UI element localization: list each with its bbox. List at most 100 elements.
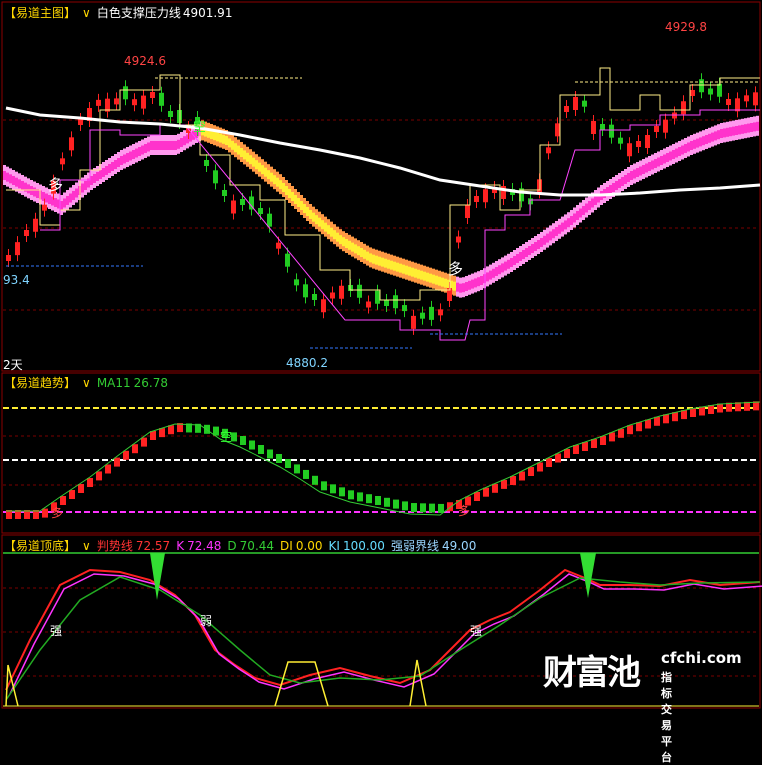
- trend-band-inner: [246, 152, 249, 162]
- trend-band-inner: [747, 123, 750, 133]
- trend-band-inner: [138, 147, 141, 156]
- trend-band-inner: [312, 212, 315, 222]
- trend-band-inner: [276, 177, 279, 187]
- trend-bar: [528, 467, 534, 476]
- trend-bar: [123, 450, 129, 460]
- trend-signal-up-2: 多: [458, 504, 471, 518]
- candle-body: [591, 121, 596, 134]
- trend-band-inner: [576, 211, 579, 220]
- trend-signal-down: 空: [220, 430, 233, 444]
- trend-band-inner: [12, 176, 15, 185]
- candle-body: [294, 279, 299, 286]
- trend-band-inner: [48, 195, 51, 204]
- candle-body: [456, 236, 461, 243]
- trend-band-inner: [456, 282, 459, 292]
- trend-band-inner: [657, 157, 660, 167]
- trend-layer: [3, 401, 761, 519]
- trend-bar: [294, 464, 300, 474]
- signal-down: 空: [193, 120, 207, 135]
- trend-band-inner: [150, 141, 153, 150]
- trend-band-inner: [534, 242, 537, 251]
- trend-band-inner: [678, 147, 681, 156]
- kd-panel-dropdown-icon[interactable]: ∨: [82, 539, 91, 553]
- trend-panel-dropdown-icon[interactable]: ∨: [82, 376, 91, 390]
- trend-band-inner: [225, 136, 228, 145]
- trend-band-inner: [552, 229, 555, 239]
- trend-band-inner: [612, 183, 615, 192]
- ma-value: 26.78: [133, 376, 169, 390]
- trend-band-inner: [735, 126, 738, 135]
- trend-band-inner: [516, 254, 519, 263]
- trend-band-inner: [351, 242, 354, 252]
- candle-body: [717, 83, 722, 97]
- candle-body: [654, 126, 659, 132]
- trend-bar: [114, 457, 120, 467]
- kd-panel-title[interactable]: 【易道顶底】: [4, 539, 76, 553]
- trend-band-inner: [297, 198, 300, 207]
- trend-band-inner: [513, 256, 516, 265]
- trend-band-inner: [264, 167, 267, 177]
- trend-band-inner: [69, 193, 72, 203]
- trend-band-inner: [324, 222, 327, 232]
- trend-band-inner: [708, 133, 711, 143]
- k-line: [9, 573, 762, 695]
- trend-band-inner: [633, 169, 636, 179]
- trend-band-inner: [393, 261, 396, 271]
- trend-line-value: 72.57: [135, 539, 171, 553]
- k-label: K: [176, 539, 185, 553]
- trend-band-inner: [501, 263, 504, 273]
- trend-band-inner: [495, 267, 498, 276]
- trend-band-inner: [123, 154, 126, 164]
- trend-bar: [501, 479, 507, 489]
- trend-band-inner: [684, 144, 687, 153]
- trend-band-inner: [381, 257, 384, 267]
- trend-band-inner: [261, 165, 264, 175]
- candle-body: [582, 100, 587, 107]
- candle-body: [753, 92, 758, 106]
- trend-bar: [87, 478, 93, 487]
- trend-bar: [366, 494, 372, 504]
- trend-band-inner: [717, 130, 720, 140]
- trend-band-inner: [672, 150, 675, 159]
- trend-bar: [249, 440, 255, 450]
- trend-band-inner: [315, 215, 318, 225]
- trend-band-inner: [570, 216, 573, 225]
- trend-band-inner: [342, 237, 345, 247]
- trend-band-inner: [327, 225, 330, 235]
- trend-band-inner: [237, 145, 240, 155]
- main-panel-title[interactable]: 【易道主图】: [4, 6, 76, 20]
- candle-body: [150, 92, 155, 98]
- trend-band-inner: [567, 218, 570, 228]
- trend-band-inner: [543, 235, 546, 245]
- trend-band-inner: [99, 170, 102, 179]
- candle-body: [6, 255, 11, 261]
- trend-band-inner: [162, 141, 165, 150]
- trend-bar: [285, 459, 291, 468]
- trend-band-inner: [66, 196, 69, 205]
- trend-bar: [393, 499, 399, 509]
- trend-bar: [330, 484, 336, 494]
- trend-bar: [546, 458, 552, 467]
- trend-band-inner: [438, 276, 441, 286]
- trend-panel-title[interactable]: 【易道趋势】: [4, 376, 76, 390]
- trend-band-inner: [726, 127, 729, 137]
- trend-band-inner: [147, 142, 150, 152]
- trend-band-inner: [729, 127, 732, 137]
- trend-band-inner: [510, 258, 513, 267]
- trend-band-inner: [588, 201, 591, 210]
- main-panel-dropdown-icon[interactable]: ∨: [82, 6, 91, 20]
- trend-bar: [573, 445, 579, 454]
- trend-band-inner: [339, 235, 342, 245]
- trend-band-inner: [114, 160, 117, 169]
- trend-band-inner: [408, 266, 411, 276]
- candle-body: [366, 301, 371, 308]
- ki-value: 100.00: [342, 539, 385, 553]
- main-panel-border: [1, 1, 761, 372]
- candle-body: [321, 299, 326, 313]
- trend-bar: [411, 503, 417, 513]
- trend-bar: [339, 487, 345, 497]
- trend-band-inner: [171, 141, 174, 150]
- trend-band-inner: [81, 183, 84, 193]
- trend-bar: [168, 425, 174, 435]
- trend-signal-up-1: 多: [51, 506, 64, 520]
